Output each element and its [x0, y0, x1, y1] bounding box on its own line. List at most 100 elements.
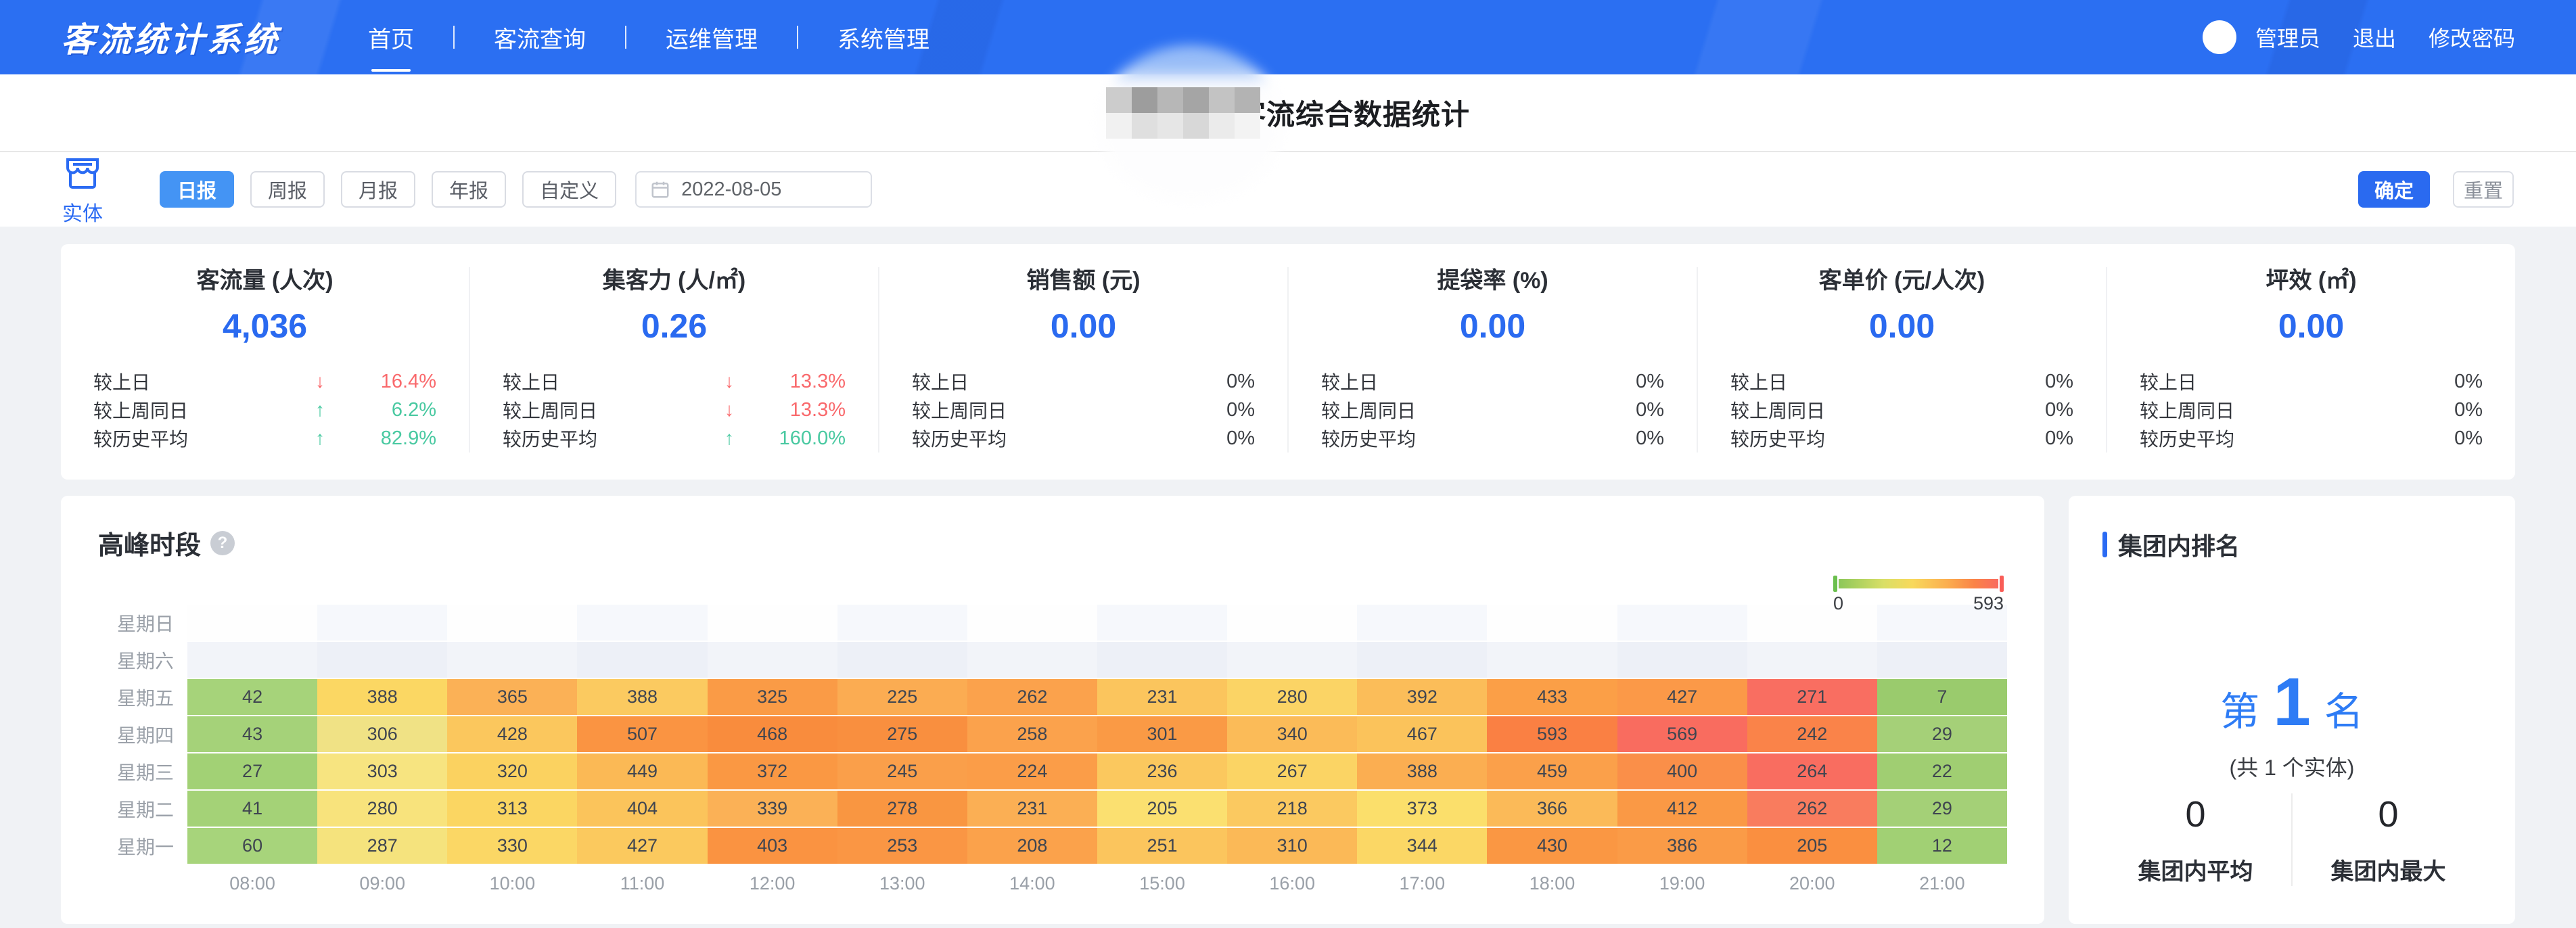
heatmap-cell[interactable]: 251 [1097, 828, 1227, 864]
heatmap-cell[interactable] [837, 605, 967, 641]
nav-item-2[interactable]: 客流查询 [494, 14, 586, 61]
heatmap-cell[interactable]: 593 [1487, 716, 1617, 752]
nav-item-1[interactable]: 首页 [368, 14, 414, 61]
heatmap-cell[interactable] [317, 642, 447, 678]
heatmap-cell[interactable]: 231 [1097, 679, 1227, 715]
heatmap-cell[interactable]: 313 [447, 791, 577, 827]
heatmap-cell[interactable] [1877, 642, 2007, 678]
heatmap-cell[interactable]: 224 [967, 753, 1097, 789]
heatmap-cell[interactable]: 388 [1357, 753, 1487, 789]
date-input[interactable] [681, 179, 857, 201]
heatmap-cell[interactable] [1487, 605, 1617, 641]
heatmap-cell[interactable]: 41 [187, 791, 317, 827]
heatmap-cell[interactable]: 225 [837, 679, 967, 715]
heatmap-cell[interactable]: 253 [837, 828, 967, 864]
heatmap-cell[interactable] [1357, 642, 1487, 678]
heatmap-cell[interactable] [708, 605, 837, 641]
heatmap-cell[interactable]: 262 [1747, 791, 1877, 827]
heatmap-cell[interactable]: 427 [1617, 679, 1747, 715]
heatmap-cell[interactable]: 468 [708, 716, 837, 752]
heatmap-cell[interactable]: 267 [1227, 753, 1357, 789]
heatmap-cell[interactable]: 388 [317, 679, 447, 715]
heatmap-cell[interactable]: 205 [1747, 828, 1877, 864]
heatmap-cell[interactable] [187, 642, 317, 678]
nav-item-4[interactable]: 系统管理 [837, 14, 929, 61]
heatmap-cell[interactable]: 330 [447, 828, 577, 864]
date-picker[interactable] [635, 171, 872, 208]
reset-button[interactable]: 重置 [2453, 171, 2514, 208]
heatmap-cell[interactable]: 218 [1227, 791, 1357, 827]
heatmap-cell[interactable]: 301 [1097, 716, 1227, 752]
heatmap-cell[interactable]: 372 [708, 753, 837, 789]
heatmap-cell[interactable]: 29 [1877, 791, 2007, 827]
heatmap-cell[interactable]: 365 [447, 679, 577, 715]
heatmap-cell[interactable] [187, 605, 317, 641]
heatmap-cell[interactable]: 60 [187, 828, 317, 864]
heatmap-cell[interactable] [837, 642, 967, 678]
heatmap-cell[interactable] [1097, 605, 1227, 641]
report-tab-4[interactable]: 年报 [432, 171, 506, 208]
heatmap-cell[interactable]: 340 [1227, 716, 1357, 752]
heatmap-cell[interactable]: 29 [1877, 716, 2007, 752]
heatmap-cell[interactable]: 459 [1487, 753, 1617, 789]
heatmap-cell[interactable]: 27 [187, 753, 317, 789]
heatmap-cell[interactable]: 467 [1357, 716, 1487, 752]
heatmap-cell[interactable]: 258 [967, 716, 1097, 752]
heatmap-cell[interactable]: 280 [1227, 679, 1357, 715]
heatmap-cell[interactable] [1227, 642, 1357, 678]
heatmap-cell[interactable]: 12 [1877, 828, 2007, 864]
heatmap-cell[interactable]: 306 [317, 716, 447, 752]
heatmap-cell[interactable] [1747, 642, 1877, 678]
heatmap-cell[interactable]: 427 [577, 828, 707, 864]
heatmap-cell[interactable]: 430 [1487, 828, 1617, 864]
report-tab-5[interactable]: 自定义 [522, 171, 616, 208]
heatmap-cell[interactable] [1617, 605, 1747, 641]
heatmap-cell[interactable]: 236 [1097, 753, 1227, 789]
heatmap-cell[interactable]: 386 [1617, 828, 1747, 864]
heatmap-cell[interactable]: 264 [1747, 753, 1877, 789]
heatmap-cell[interactable] [1227, 605, 1357, 641]
heatmap-cell[interactable]: 400 [1617, 753, 1747, 789]
report-tab-2[interactable]: 周报 [250, 171, 325, 208]
heatmap-cell[interactable]: 208 [967, 828, 1097, 864]
heatmap-cell[interactable]: 278 [837, 791, 967, 827]
heatmap-cell[interactable]: 280 [317, 791, 447, 827]
heatmap-cell[interactable] [577, 642, 707, 678]
heatmap-cell[interactable]: 428 [447, 716, 577, 752]
heatmap-cell[interactable]: 320 [447, 753, 577, 789]
heatmap-cell[interactable]: 42 [187, 679, 317, 715]
logout-button[interactable]: 退出 [2353, 22, 2396, 53]
heatmap-cell[interactable] [1097, 642, 1227, 678]
report-tab-1[interactable]: 日报 [160, 171, 234, 208]
heatmap-cell[interactable]: 569 [1617, 716, 1747, 752]
heatmap-cell[interactable]: 22 [1877, 753, 2007, 789]
user-avatar[interactable] [2203, 20, 2236, 54]
heatmap-cell[interactable]: 392 [1357, 679, 1487, 715]
heatmap-cell[interactable]: 245 [837, 753, 967, 789]
heatmap-cell[interactable] [708, 642, 837, 678]
report-tab-3[interactable]: 月报 [341, 171, 415, 208]
heatmap-cell[interactable]: 43 [187, 716, 317, 752]
heatmap-cell[interactable]: 262 [967, 679, 1097, 715]
heatmap-cell[interactable]: 7 [1877, 679, 2007, 715]
heatmap-cell[interactable] [577, 605, 707, 641]
change-password-button[interactable]: 修改密码 [2429, 22, 2515, 53]
heatmap-cell[interactable] [967, 642, 1097, 678]
heatmap-cell[interactable] [1617, 642, 1747, 678]
heatmap-cell[interactable] [1357, 605, 1487, 641]
heatmap-cell[interactable] [447, 605, 577, 641]
heatmap-cell[interactable] [447, 642, 577, 678]
heatmap-cell[interactable]: 507 [577, 716, 707, 752]
heatmap-cell[interactable]: 403 [708, 828, 837, 864]
heatmap-cell[interactable] [317, 605, 447, 641]
heatmap-cell[interactable]: 231 [967, 791, 1097, 827]
heatmap-cell[interactable]: 404 [577, 791, 707, 827]
heatmap-cell[interactable]: 339 [708, 791, 837, 827]
confirm-button[interactable]: 确定 [2358, 171, 2430, 208]
entity-selector[interactable]: 实体 [62, 156, 103, 227]
heatmap-cell[interactable]: 287 [317, 828, 447, 864]
heatmap-cell[interactable]: 275 [837, 716, 967, 752]
nav-item-3[interactable]: 运维管理 [666, 14, 758, 61]
heatmap-cell[interactable]: 433 [1487, 679, 1617, 715]
question-icon[interactable]: ? [210, 531, 235, 555]
